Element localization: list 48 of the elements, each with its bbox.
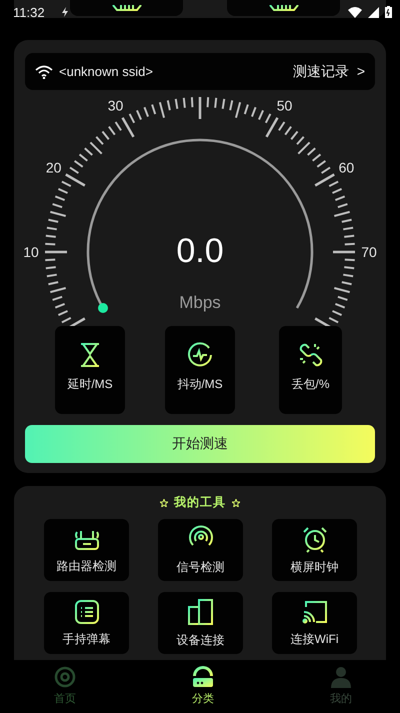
person-icon	[331, 666, 351, 688]
tool-label: 连接WiFi	[290, 630, 338, 648]
tool-label: 设备连接	[176, 632, 224, 648]
scale-label: 20	[46, 160, 62, 176]
scale-label: 50	[276, 98, 292, 114]
wifi-icon	[35, 64, 53, 78]
status-time: 11:32	[13, 4, 45, 20]
hourglass-icon	[78, 342, 102, 368]
tool-tile[interactable]: 路由器检测	[44, 519, 129, 581]
tool-tile[interactable]	[70, 0, 183, 16]
tool-tile[interactable]: 横屏时钟	[272, 519, 357, 581]
star-icon	[160, 498, 168, 506]
tool-tile[interactable]: 信号检测	[158, 519, 243, 581]
tool-label: 横屏时钟	[290, 558, 338, 576]
section-title: 我的工具	[174, 494, 226, 511]
star-icon	[232, 498, 240, 506]
scale-label: 30	[108, 98, 124, 114]
tool-tile[interactable]: 连接WiFi	[272, 592, 357, 654]
tool-label: 信号检测	[176, 558, 224, 576]
nav-tab[interactable]: 分类	[191, 666, 215, 713]
wifi-icon	[348, 6, 362, 18]
speed-value: 0.0	[176, 232, 224, 270]
network-name: <unknown ssid>	[59, 64, 153, 79]
list-icon	[74, 598, 100, 624]
stat-label: 丢包/%	[291, 376, 330, 393]
stat-label: 抖动/MS	[177, 376, 223, 393]
tool-label: 手持弹幕	[62, 630, 110, 648]
speed-unit: Mbps	[179, 293, 221, 312]
tool-tile[interactable]	[227, 0, 340, 16]
cast-icon	[300, 598, 328, 624]
broken-link-icon	[298, 342, 324, 368]
devices-icon	[186, 598, 214, 626]
target-icon	[54, 666, 76, 688]
tool-tile[interactable]: 手持弹幕	[44, 592, 129, 654]
scale-label: 70	[361, 244, 377, 260]
scale-label: 10	[23, 244, 39, 260]
tool-label: 路由器检测	[56, 558, 116, 574]
alarm-clock-icon	[300, 524, 328, 552]
router-icon	[191, 666, 215, 688]
tool-tile[interactable]: 设备连接	[158, 592, 243, 654]
scale-label: 60	[338, 160, 354, 176]
gauge-dot	[98, 303, 108, 313]
stat-label: 延时/MS	[67, 376, 113, 393]
start-test-button[interactable]: 开始测速	[25, 425, 375, 463]
battery-icon	[385, 6, 392, 18]
history-link[interactable]: 测速记录 >	[292, 62, 365, 80]
signal-icon	[368, 6, 379, 18]
pulse-icon	[187, 342, 213, 368]
